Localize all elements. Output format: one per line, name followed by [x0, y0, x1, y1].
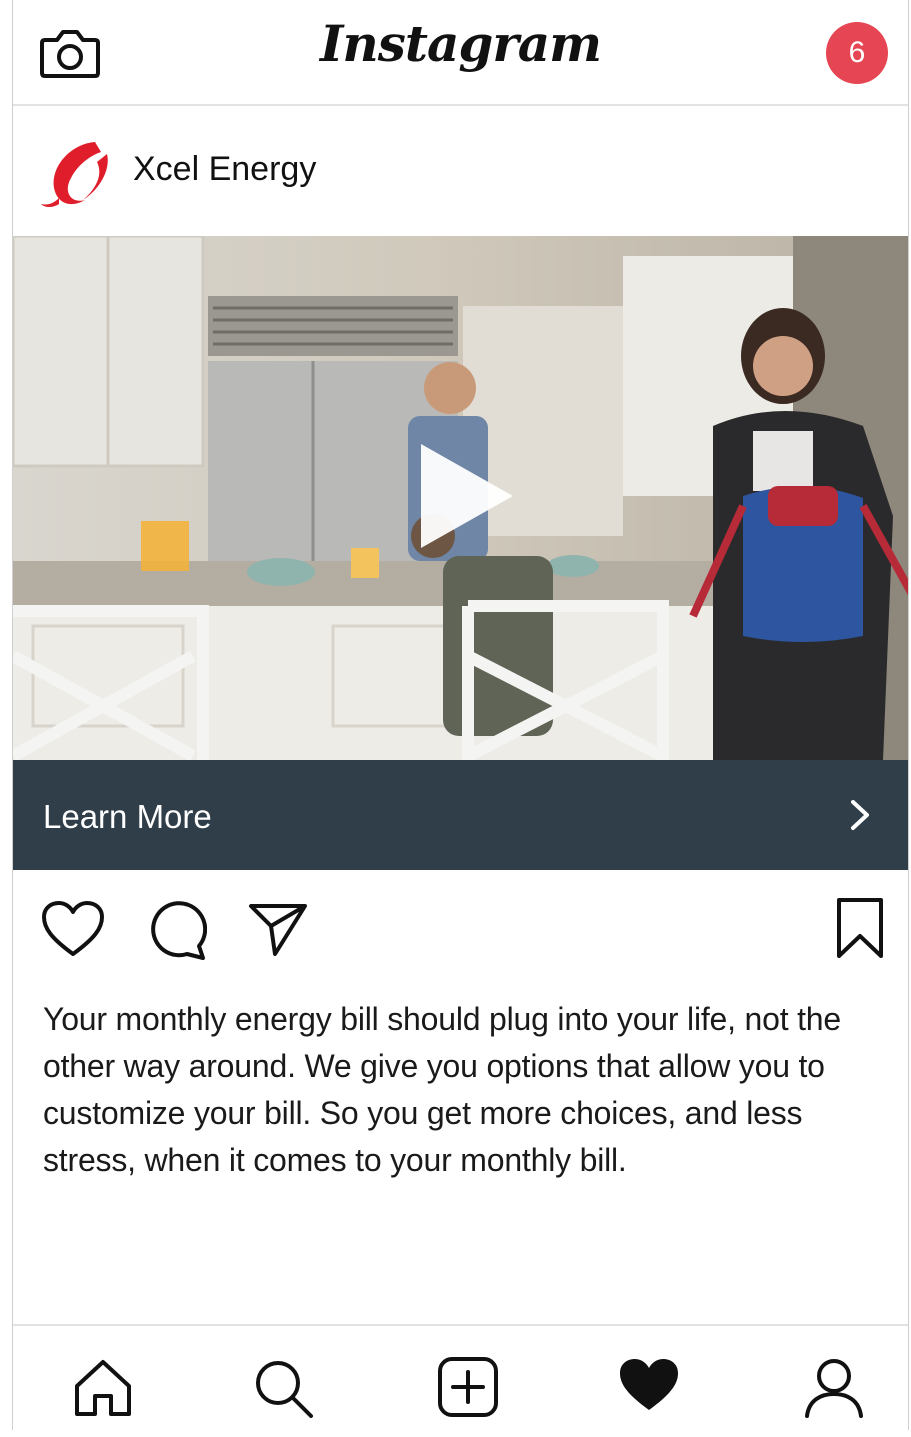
profile-icon[interactable] [803, 1356, 865, 1420]
bookmark-icon[interactable] [835, 896, 885, 960]
search-icon[interactable] [251, 1356, 315, 1420]
xcel-energy-logo[interactable] [37, 134, 115, 212]
post-header: Xcel Energy [13, 104, 908, 236]
add-post-icon[interactable] [437, 1356, 499, 1418]
learn-more-button[interactable]: Learn More [13, 760, 908, 870]
post-video[interactable] [13, 236, 908, 760]
top-bar: Instagram 6 [13, 0, 908, 106]
learn-more-label: Learn More [43, 798, 212, 835]
post-caption: Your monthly energy bill should plug int… [43, 1001, 841, 1178]
activity-heart-icon[interactable] [617, 1356, 681, 1414]
instagram-screen: Instagram 6 Xcel Energy Learn More Your … [12, 0, 909, 1430]
post-actions [13, 890, 908, 980]
bottom-nav [13, 1324, 908, 1430]
notification-badge[interactable]: 6 [826, 22, 888, 84]
app-logo: Instagram [320, 14, 602, 73]
chevron-right-icon [851, 800, 869, 830]
play-icon[interactable] [411, 436, 521, 556]
comment-icon[interactable] [147, 900, 207, 960]
heart-outline-icon[interactable] [41, 900, 105, 958]
account-name[interactable]: Xcel Energy [133, 150, 316, 189]
send-icon[interactable] [247, 900, 309, 958]
home-icon[interactable] [71, 1356, 135, 1420]
